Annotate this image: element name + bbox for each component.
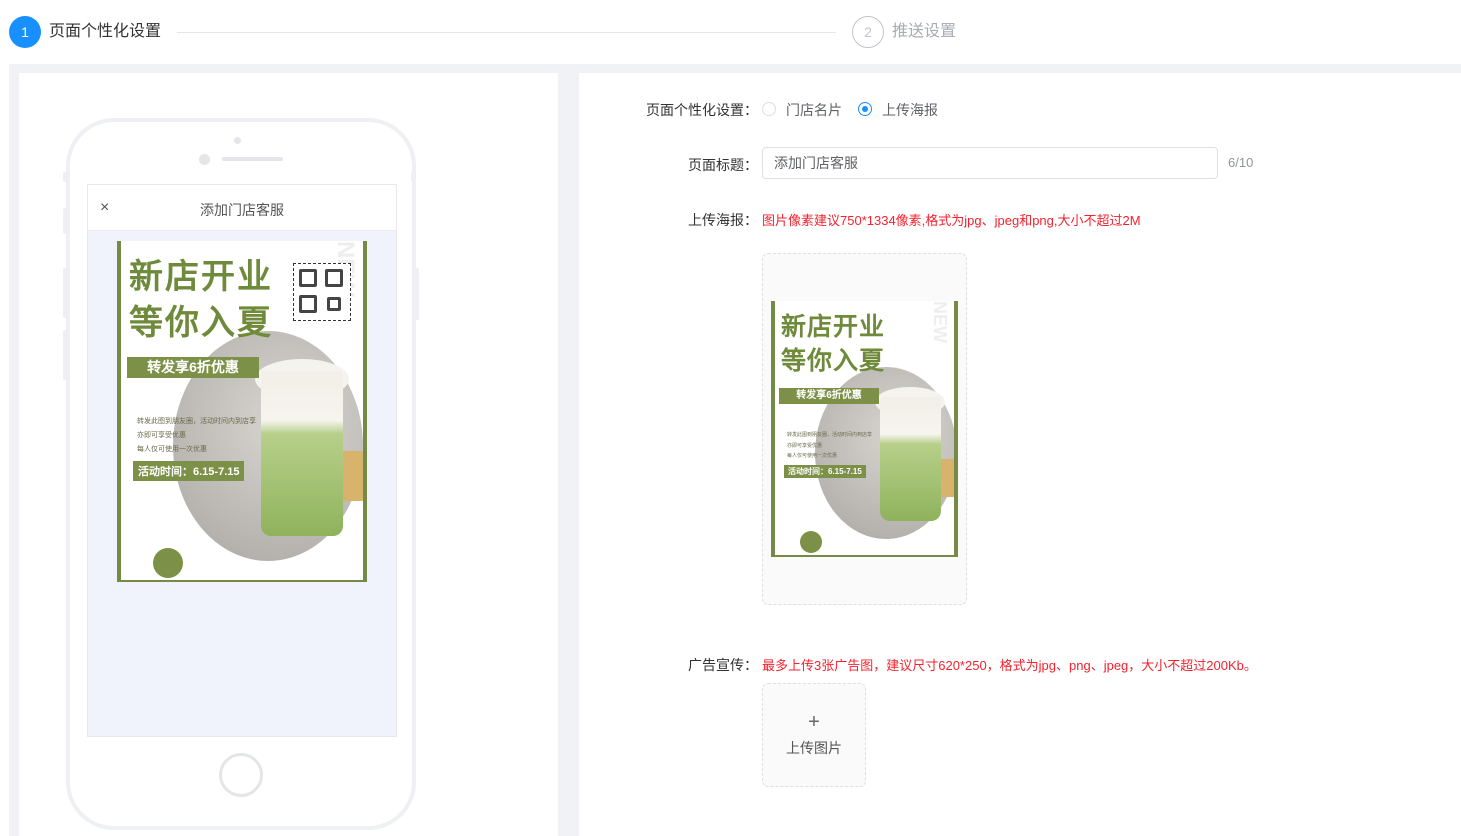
poster-time: 活动时间：6.15-7.15	[133, 461, 245, 481]
poster-dot	[153, 548, 183, 578]
preview-title: 添加门店客服	[200, 202, 284, 218]
phone-side-button	[415, 268, 419, 320]
radio-store-card-label[interactable]: 门店名片	[786, 100, 842, 120]
poster-title-line2: 等你入夏	[781, 347, 886, 375]
phone-side-button	[63, 268, 67, 318]
poster-dot	[800, 531, 822, 553]
steps-header: 1 页面个性化设置 2 推送设置	[0, 0, 1461, 64]
step-2-number[interactable]: 2	[852, 16, 884, 48]
step-1-number[interactable]: 1	[9, 16, 41, 48]
radio-upload-poster[interactable]	[858, 102, 872, 116]
phone-side-button	[63, 208, 67, 234]
step-2-label[interactable]: 推送设置	[892, 22, 956, 42]
ad-upload-button[interactable]: + 上传图片	[762, 683, 866, 787]
poster-badge: 转发享6折优惠	[127, 357, 259, 378]
poster-desc-2: 亦即可享受优惠	[787, 443, 823, 449]
phone-home-button	[219, 753, 263, 797]
uploaded-poster[interactable]: NEW 新店开业 等你入夏 转发享6折优惠 转发此图到朋友圈，活动时间内到店享 …	[771, 301, 958, 557]
poster-title-line1: 新店开业	[129, 258, 273, 296]
phone-side-button	[63, 330, 67, 380]
title-char-count: 6/10	[1228, 155, 1254, 170]
qr-code	[293, 263, 351, 321]
phone-side-button	[63, 172, 67, 182]
settings-panel	[579, 73, 1461, 836]
poster-desc-1: 转发此图到朋友圈，活动时间内到店享	[137, 418, 256, 425]
phone-camera	[234, 137, 241, 144]
poster-desc-2: 亦即可享受优惠	[137, 432, 186, 439]
ad-label: 广告宣传：	[688, 657, 758, 673]
poster-hint: 图片像素建议750*1334像素,格式为jpg、jpeg和png,大小不超过2M	[762, 213, 1141, 228]
poster-desc-1: 转发此图到朋友圈，活动时间内到店享	[787, 432, 873, 438]
plus-icon: +	[808, 711, 820, 733]
poster-side-text: NEW	[930, 301, 950, 343]
preview-poster: NEW 新店开业 等你入夏 转发享6折优惠 转发此图到朋友圈，活动时间内到店享 …	[117, 241, 367, 582]
ad-hint: 最多上传3张广告图，建议尺寸620*250，格式为jpg、png、jpeg，大小…	[762, 658, 1257, 673]
preview-navbar: × 添加门店客服	[88, 185, 396, 231]
step-1-label[interactable]: 页面个性化设置	[49, 22, 161, 42]
poster-desc-3: 每人仅可使用一次优惠	[137, 446, 207, 453]
poster-badge: 转发享6折优惠	[779, 388, 879, 404]
poster-title-line1: 新店开业	[781, 313, 886, 341]
step-connector	[177, 32, 836, 33]
ad-upload-label: 上传图片	[786, 740, 842, 756]
phone-sensor	[199, 154, 210, 165]
radio-store-card[interactable]	[762, 102, 776, 116]
radio-upload-poster-label[interactable]: 上传海报	[882, 100, 938, 120]
poster-desc-3: 每人仅可使用一次优惠	[787, 453, 838, 459]
phone-speaker	[222, 157, 283, 161]
poster-cup	[261, 371, 343, 536]
poster-cup	[880, 397, 941, 521]
poster-label: 上传海报：	[688, 212, 758, 228]
mode-label: 页面个性化设置：	[646, 102, 758, 118]
title-label: 页面标题：	[688, 157, 758, 173]
poster-title-line2: 等你入夏	[129, 304, 273, 342]
poster-time: 活动时间：6.15-7.15	[784, 465, 866, 478]
page-title-input[interactable]	[762, 147, 1218, 179]
phone-side-button	[411, 172, 415, 182]
